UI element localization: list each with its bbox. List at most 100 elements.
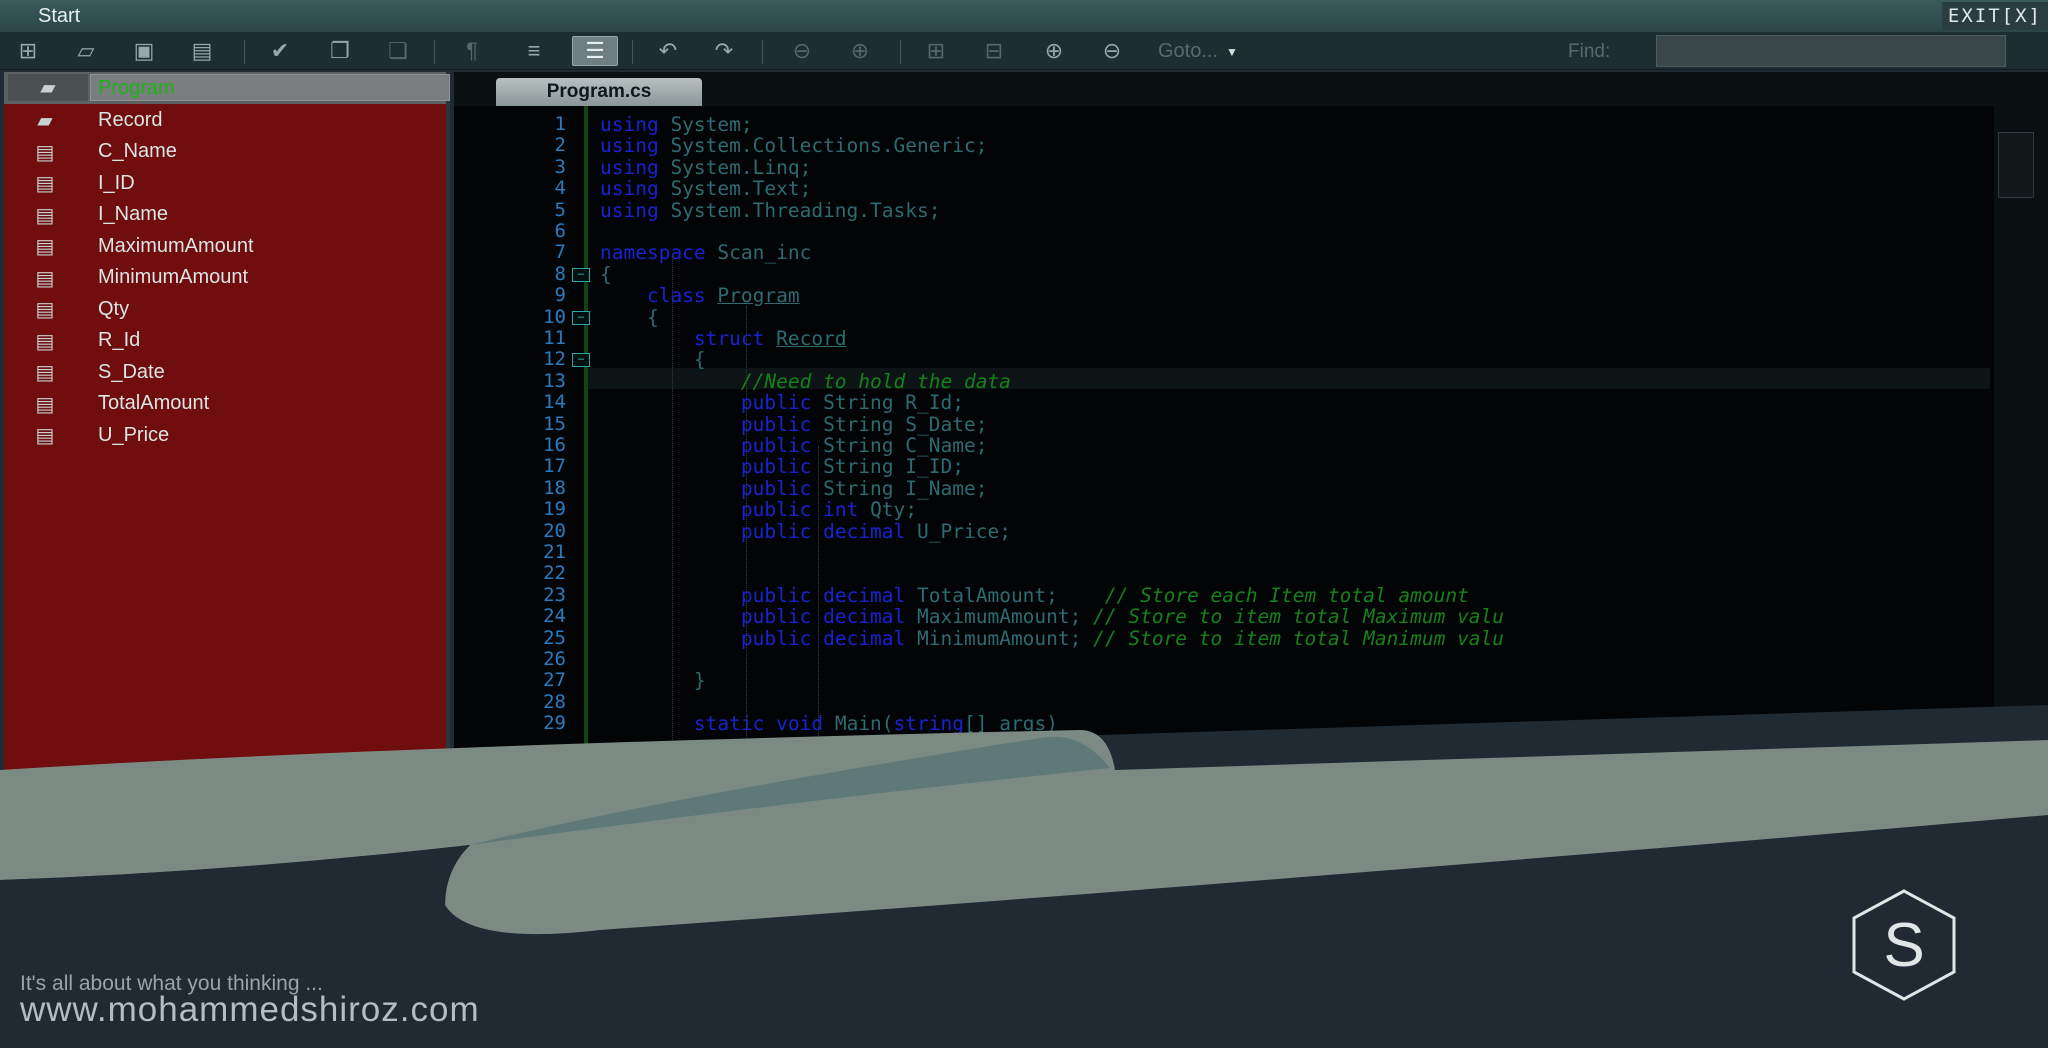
code-line[interactable]: //Need to hold the data [600, 371, 1011, 392]
code-view-icon[interactable]: ☰ [572, 36, 618, 66]
member-item[interactable]: ▤ C_Name [4, 135, 446, 167]
line-number: 18 [543, 476, 566, 499]
back-icon[interactable]: ⊖ [784, 36, 820, 66]
find-input[interactable] [1656, 35, 2006, 67]
scrollbar-thumb[interactable] [1998, 132, 2034, 198]
goto-dropdown[interactable]: Goto... ▼ [1158, 40, 1238, 63]
code-line[interactable]: { [600, 349, 706, 370]
field-icon: ▤ [35, 425, 55, 447]
paragraph-icon[interactable]: ¶ [454, 36, 490, 66]
fold-toggle-icon[interactable]: − [572, 353, 590, 368]
undo-icon[interactable]: ↶ [650, 36, 686, 66]
code-line[interactable]: public String C_Name; [600, 435, 988, 456]
line-number: 28 [543, 690, 566, 713]
code-line[interactable]: public decimal U_Price; [600, 521, 1011, 542]
field-icon: ▤ [35, 393, 55, 416]
code-area[interactable]: 1 using System; 2 using System.Collections.… [454, 106, 1994, 966]
member-item[interactable]: ▰ Record [4, 104, 446, 136]
line-number: 21 [543, 541, 566, 563]
field-icon: ▤ [35, 299, 55, 321]
code-line[interactable]: using System.Text; [600, 178, 811, 199]
forward-icon[interactable]: ⊕ [842, 36, 878, 66]
member-label: Qty [98, 297, 130, 320]
code-line[interactable]: class Program [600, 285, 800, 306]
line-number: 27 [543, 669, 566, 692]
member-item[interactable]: ▰ Program [4, 72, 450, 104]
member-item[interactable]: ▤ R_Id [4, 324, 446, 356]
title-bar: Start EXIT[X] [0, 0, 2048, 32]
new-file-icon[interactable]: ⊞ [10, 36, 46, 66]
redo-icon[interactable]: ↷ [706, 36, 742, 66]
copy-icon[interactable]: ❐ [322, 36, 358, 66]
code-line[interactable]: using System; [600, 114, 753, 135]
logo: S [1846, 887, 1962, 1003]
chevron-down-icon: ▼ [1226, 44, 1238, 59]
member-label: MaximumAmount [98, 234, 254, 257]
code-line[interactable]: { [600, 307, 659, 328]
struct-icon: ▰ [37, 110, 53, 132]
field-icon: ▤ [35, 330, 55, 353]
code-line[interactable]: public String S_Date; [600, 414, 988, 435]
line-number: 29 [543, 712, 566, 735]
add-bookmark-icon[interactable]: ⊞ [918, 36, 954, 66]
code-line[interactable]: { [600, 264, 612, 285]
zoom-in-icon[interactable]: ⊕ [1036, 36, 1072, 66]
indent-guide [672, 256, 673, 816]
member-item[interactable]: ▤ U_Price [4, 419, 446, 451]
vertical-scrollbar[interactable] [1994, 106, 2048, 802]
code-line[interactable]: public String I_ID; [600, 456, 964, 477]
goto-label: Goto... [1158, 40, 1219, 62]
code-line[interactable]: public String R_Id; [600, 392, 964, 413]
code-line[interactable]: public decimal MaximumAmount; // Store t… [600, 606, 1504, 627]
fold-toggle-icon[interactable]: − [572, 267, 590, 282]
line-number: 17 [543, 455, 566, 478]
indent-icon[interactable]: ≡ [516, 36, 552, 66]
line-number: 15 [543, 412, 566, 435]
window-title: Start [38, 5, 81, 27]
member-item[interactable]: ▤ TotalAmount [4, 387, 446, 419]
member-item[interactable]: ▤ MaximumAmount [4, 230, 446, 262]
remove-bookmark-icon[interactable]: ⊟ [976, 36, 1012, 66]
indent-guide [818, 446, 819, 966]
code-line[interactable]: } [600, 670, 706, 691]
code-line[interactable]: public int Qty; [600, 499, 917, 520]
open-folder-icon[interactable]: ▱ [68, 36, 104, 66]
member-label: MinimumAmount [98, 266, 249, 288]
print-icon[interactable]: ▤ [184, 36, 220, 66]
save-icon[interactable]: ▣ [126, 36, 162, 66]
code-line[interactable]: using System.Threading.Tasks; [600, 200, 940, 221]
code-line[interactable]: static void Main(string[] args) [600, 713, 1058, 734]
paste-icon[interactable]: ❏ [380, 36, 416, 66]
member-item[interactable]: ▤ MinimumAmount [4, 261, 446, 293]
tab-program-cs[interactable]: Program.cs [496, 78, 702, 106]
line-number: 23 [543, 583, 566, 606]
line-number: 5 [554, 198, 566, 221]
exit-button[interactable]: EXIT[X] [1941, 2, 2048, 30]
code-line[interactable]: namespace Scan_inc [600, 242, 811, 263]
code-line[interactable]: public decimal TotalAmount; // Store eac… [600, 585, 1469, 606]
change-bar [584, 106, 588, 802]
line-number: 11 [543, 327, 566, 349]
member-item[interactable]: ▤ S_Date [4, 356, 446, 388]
code-line[interactable]: public String I_Name; [600, 478, 988, 499]
toolbar-separator [244, 40, 245, 64]
member-item[interactable]: ▤ Qty [4, 293, 446, 325]
check-icon[interactable]: ✔ [262, 36, 298, 66]
zoom-out-icon[interactable]: ⊖ [1094, 36, 1130, 66]
fold-toggle-icon[interactable]: − [572, 310, 590, 325]
code-line[interactable]: using System.Collections.Generic; [600, 135, 987, 156]
line-number: 10 [543, 305, 566, 328]
line-number: 7 [554, 241, 566, 264]
line-number: 3 [554, 155, 566, 178]
member-label: TotalAmount [98, 392, 210, 414]
code-line[interactable]: struct Record [600, 328, 847, 349]
member-item[interactable]: ▤ I_Name [4, 198, 446, 230]
line-number: 12 [543, 348, 566, 371]
member-item[interactable]: ▤ I_ID [4, 167, 446, 199]
member-label: C_Name [98, 140, 177, 162]
member-list: ▰ Program ▰ Record ▤ C_Name ▤ I_ID ▤ I_Name ▤ Maxim… [4, 72, 450, 451]
toolbar-separator [900, 40, 901, 64]
code-line[interactable]: using System.Linq; [600, 157, 811, 178]
code-line[interactable]: public decimal MinimumAmount; // Store t… [600, 628, 1504, 649]
line-number: 6 [554, 220, 566, 242]
